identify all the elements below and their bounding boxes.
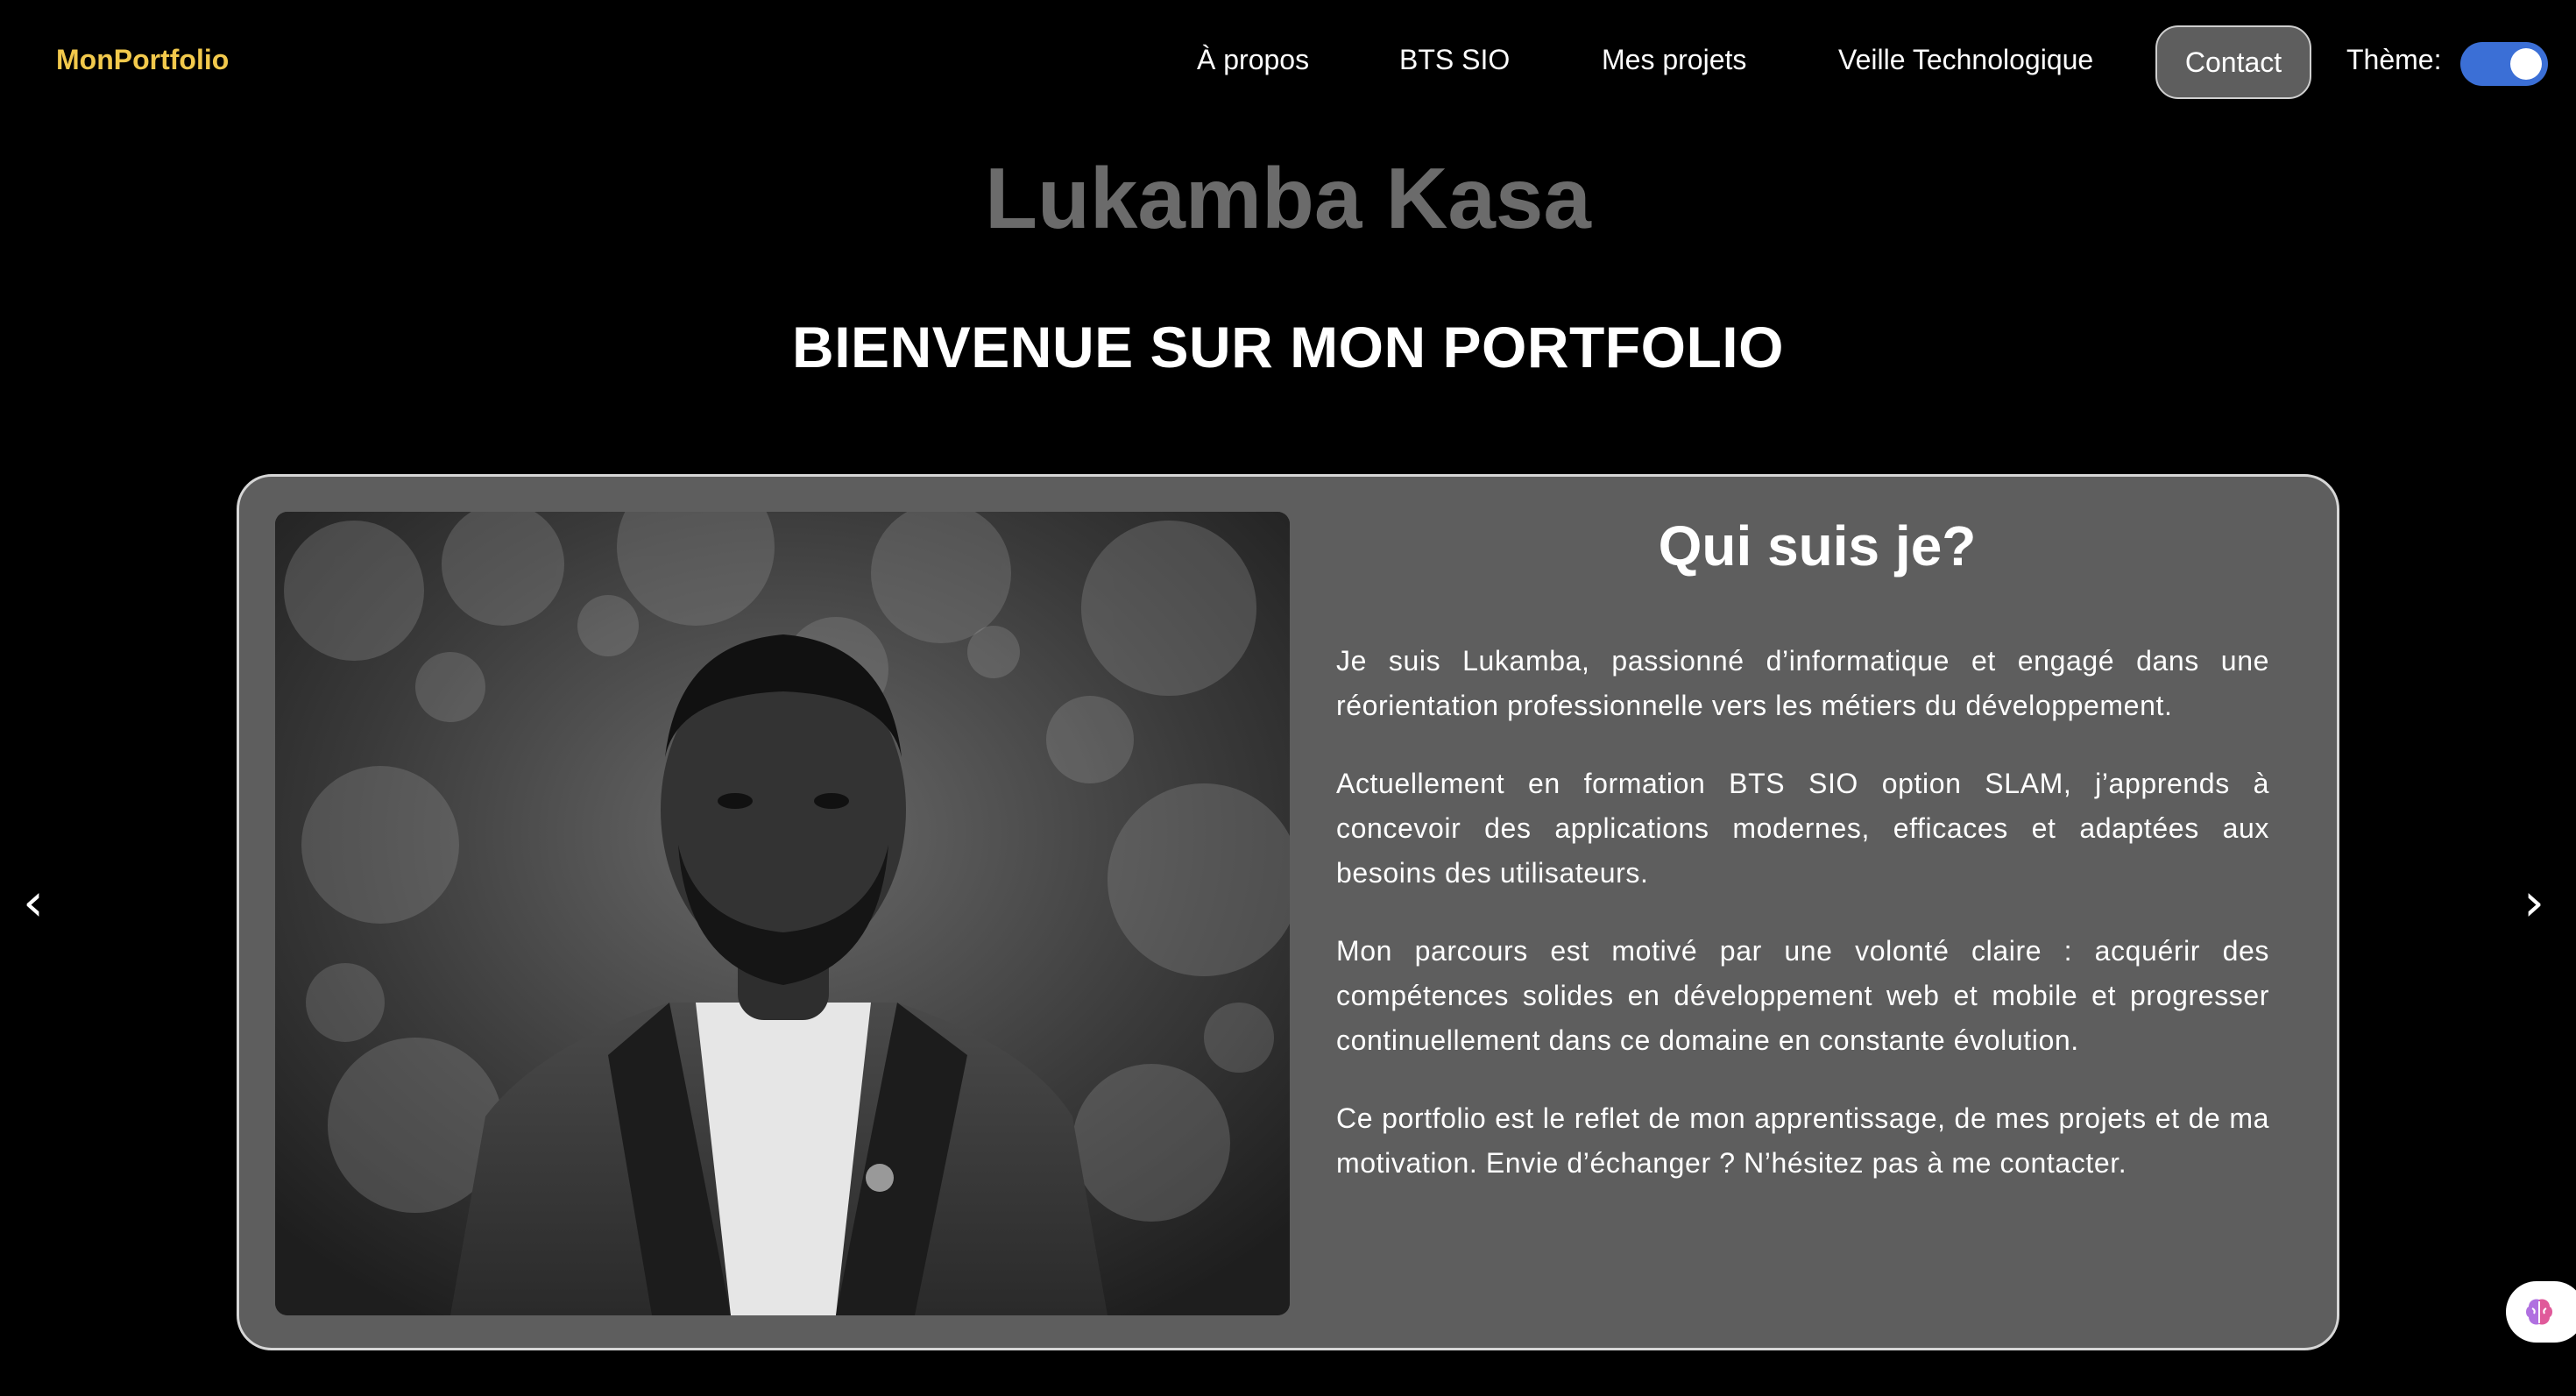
brain-icon — [2526, 1299, 2552, 1325]
about-card: Qui suis je? Je suis Lukamba, passionné … — [237, 474, 2339, 1350]
profile-photo — [275, 512, 1290, 1315]
assistant-button[interactable] — [2506, 1281, 2576, 1343]
hero-name: Lukamba Kasa — [985, 150, 1591, 246]
nav-link-a-propos[interactable]: À propos — [1197, 44, 1309, 76]
carousel-next-button[interactable]: › — [2523, 876, 2544, 929]
nav-link-veille[interactable]: Veille Technologique — [1838, 44, 2093, 76]
hero-subtitle: BIENVENUE SUR MON PORTFOLIO — [792, 315, 1784, 379]
theme-label: Thème: — [2346, 44, 2442, 75]
theme-toggle-knob — [2510, 48, 2542, 80]
theme-toggle[interactable] — [2460, 42, 2548, 86]
card-title: Qui suis je? — [1658, 514, 1977, 578]
carousel-prev-button[interactable]: ‹ — [23, 876, 44, 929]
card-paragraph: Mon parcours est motivé par une volonté … — [1336, 935, 2269, 1056]
nav-link-bts-sio[interactable]: BTS SIO — [1399, 44, 1510, 76]
nav-link-mes-projets[interactable]: Mes projets — [1602, 44, 1746, 76]
navbar: MonPortfolio À propos BTS SIO Mes projet… — [0, 0, 2576, 128]
profile-photo-illustration — [275, 512, 1290, 1315]
card-paragraph: Actuellement en formation BTS SIO option… — [1336, 768, 2269, 889]
card-text: Je suis Lukamba, passionné d’informatiqu… — [1336, 639, 2269, 1219]
card-paragraph: Je suis Lukamba, passionné d’informatiqu… — [1336, 645, 2269, 721]
card-paragraph: Ce portfolio est le reflet de mon appren… — [1336, 1102, 2269, 1179]
contact-button[interactable]: Contact — [2155, 25, 2311, 99]
